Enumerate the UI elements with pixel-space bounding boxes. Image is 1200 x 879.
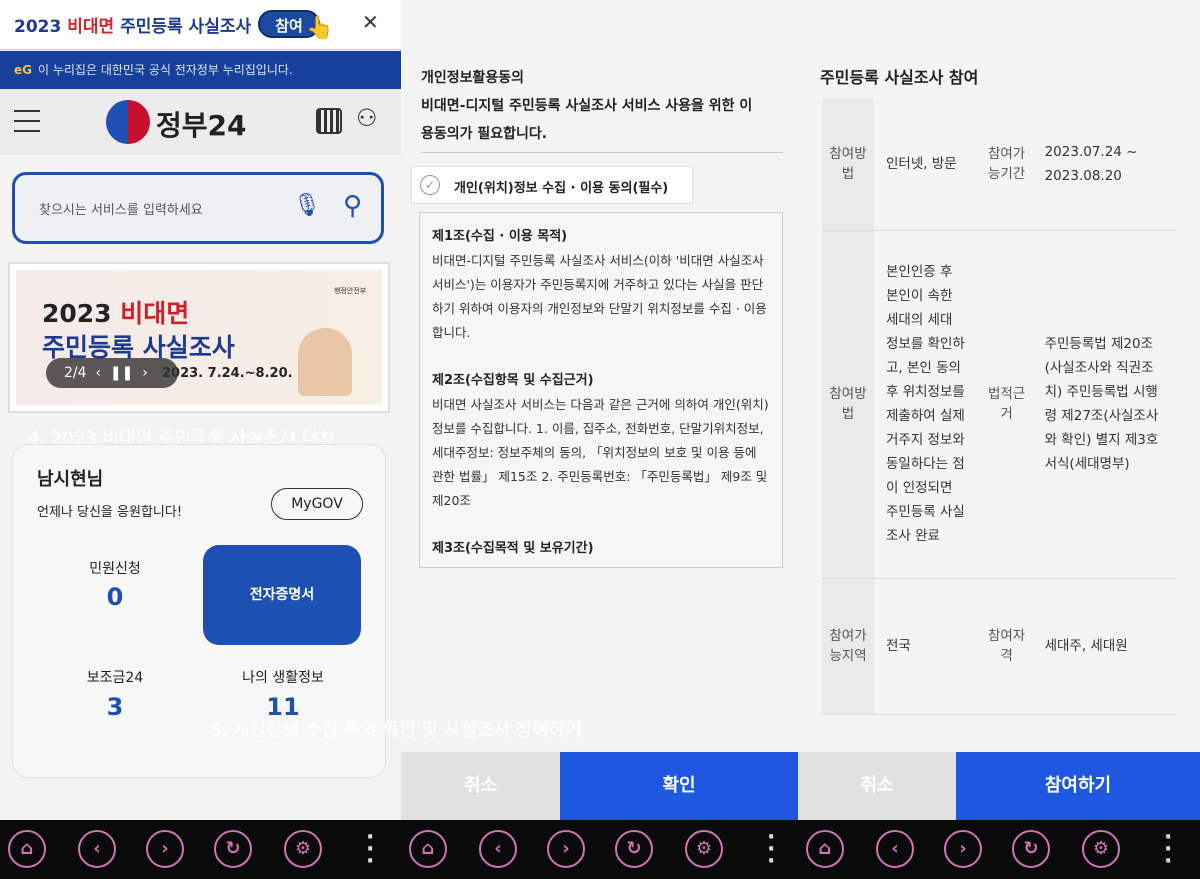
participate-button[interactable]: 참여하기 bbox=[956, 752, 1200, 820]
user-name: 남시현님 bbox=[37, 469, 104, 490]
microphone-icon[interactable]: 🎙 bbox=[293, 193, 321, 218]
row-value: 전국 bbox=[874, 578, 981, 715]
participation-title: 주민등록 사실조사 참여 bbox=[820, 68, 979, 87]
stat-value-subsidy[interactable]: 3 bbox=[55, 693, 175, 721]
stat-label-applications[interactable]: 민원신청 bbox=[55, 558, 175, 578]
nav-bar: ⌂ ‹ › ↻ ⚙ · · · bbox=[798, 820, 1200, 879]
home-icon[interactable]: ⌂ bbox=[8, 830, 46, 868]
participation-screen: 주민등록 사실조사 참여 참여방법 인터넷, 방문 참여가능기간 2023.07… bbox=[798, 0, 1200, 879]
row-header: 참여방법 bbox=[822, 230, 874, 579]
banner-pager[interactable]: 2/4 ‹ ❚❚ › bbox=[46, 358, 178, 388]
settings-icon[interactable]: ⚙ bbox=[685, 830, 723, 868]
pointing-hand-icon: 👆 bbox=[306, 16, 334, 41]
settings-icon[interactable]: ⚙ bbox=[1082, 830, 1120, 868]
home-icon[interactable]: ⌂ bbox=[409, 830, 447, 868]
row-header: 참여가능기간 bbox=[980, 98, 1033, 231]
consent-label[interactable]: 개인(위치)정보 수집 · 이용 동의(필수) bbox=[454, 177, 668, 196]
row-value: 세대주, 세대원 bbox=[1032, 578, 1176, 715]
back-icon[interactable]: ‹ bbox=[876, 830, 914, 868]
row-value: 2023.07.24 ~ 2023.08.20 bbox=[1032, 98, 1176, 231]
row-value: 인터넷, 방문 bbox=[874, 98, 981, 231]
row-header: 참여가능지역 bbox=[822, 578, 874, 715]
table-row: 참여가능지역 전국 참여자격 세대주, 세대원 bbox=[822, 578, 1176, 715]
illustration-person bbox=[298, 328, 352, 396]
e-certificate-button[interactable]: 전자증명서 bbox=[203, 545, 361, 645]
gov-notice-bar: eG 이 누리집은 대한민국 공식 전자정부 누리집입니다. bbox=[0, 51, 401, 89]
banner-line1: 2023 비대면 bbox=[42, 299, 190, 328]
refresh-icon[interactable]: ↻ bbox=[214, 830, 252, 868]
forward-icon[interactable]: › bbox=[944, 830, 982, 868]
row-header: 법적근거 bbox=[980, 230, 1033, 579]
refresh-icon[interactable]: ↻ bbox=[615, 830, 653, 868]
cancel-button[interactable]: 취소 bbox=[798, 752, 956, 820]
table-row: 참여방법 인터넷, 방문 참여가능기간 2023.07.24 ~ 2023.08… bbox=[822, 98, 1176, 231]
table-row: 참여방법 본인인증 후 본인이 속한 세대의 세대 정보를 확인하고, 본인 동… bbox=[822, 230, 1176, 579]
consent-screen: 개인정보활용동의 비대면-디지털 주민등록 사실조사 서비스 사용을 위한 이 … bbox=[401, 0, 798, 879]
search-box[interactable]: 찾으시는 서비스를 입력하세요 🎙 ⚲ bbox=[12, 172, 384, 244]
forward-icon[interactable]: › bbox=[547, 830, 585, 868]
menu-icon[interactable] bbox=[14, 110, 40, 140]
ministry-label: 행정안전부 bbox=[334, 287, 367, 295]
home-icon[interactable]: ⌂ bbox=[806, 830, 844, 868]
promo-text: 2023 비대면 주민등록 사실조사 bbox=[14, 17, 252, 37]
terms-article-3: 제3조(수집목적 및 보유기간) bbox=[432, 541, 594, 556]
row-header: 참여자격 bbox=[980, 578, 1033, 715]
consent-checkbox-row[interactable]: ✓ 개인(위치)정보 수집 · 이용 동의(필수) bbox=[411, 166, 693, 204]
gov-notice-text: 이 누리집은 대한민국 공식 전자정부 누리집입니다. bbox=[38, 63, 293, 77]
forward-icon[interactable]: › bbox=[146, 830, 184, 868]
promo-banner[interactable]: 행정안전부 2023 비대면 주민등록 사실조사 2023. 7.24.~8.2… bbox=[8, 262, 390, 413]
more-icon[interactable]: · · · bbox=[366, 827, 374, 873]
stat-value-applications[interactable]: 0 bbox=[55, 583, 175, 611]
qr-code-icon[interactable] bbox=[316, 108, 342, 134]
back-icon[interactable]: ‹ bbox=[78, 830, 116, 868]
terms-article-2: 제2조(수집항목 및 수집근거) 비대면 사실조사 서비스는 다음과 같은 근거에… bbox=[432, 373, 769, 508]
nav-bar: ⌂ ‹ › ↻ ⚙ · · · bbox=[0, 820, 401, 879]
terms-article-1: 제1조(수집 · 이용 목적) 비대면-디지털 주민등록 사실조사 서비스(이하 … bbox=[432, 229, 767, 340]
back-icon[interactable]: ‹ bbox=[479, 830, 517, 868]
cancel-button[interactable]: 취소 bbox=[401, 752, 560, 820]
confirm-button[interactable]: 확인 bbox=[560, 752, 798, 820]
gov-logo-icon bbox=[106, 100, 150, 144]
user-greeting: 언제나 당신을 응원합니다! bbox=[37, 505, 183, 520]
check-icon[interactable]: ✓ bbox=[420, 175, 440, 195]
consent-title: 개인정보활용동의 비대면-디지털 주민등록 사실조사 서비스 사용을 위한 이 … bbox=[421, 70, 753, 142]
stat-label-life-info[interactable]: 나의 생활정보 bbox=[223, 667, 343, 687]
divider bbox=[421, 152, 783, 153]
stat-label-subsidy[interactable]: 보조금24 bbox=[55, 667, 175, 687]
app-logo-text[interactable]: 정부24 bbox=[156, 104, 247, 144]
mygov-button[interactable]: MyGOV bbox=[271, 488, 363, 520]
search-icon[interactable]: ⚲ bbox=[343, 191, 362, 221]
terms-box[interactable]: 제1조(수집 · 이용 목적) 비대면-디지털 주민등록 사실조사 서비스(이하 … bbox=[419, 212, 783, 568]
promo-bar[interactable]: 2023 비대면 주민등록 사실조사 참여 👆 ✕ bbox=[0, 0, 401, 50]
row-header: 참여방법 bbox=[822, 98, 874, 231]
main-screen: 2023 비대면 주민등록 사실조사 참여 👆 ✕ eG 이 누리집은 대한민국 … bbox=[0, 0, 401, 879]
banner-date: 2023. 7.24.~8.20. bbox=[162, 366, 293, 381]
settings-icon[interactable]: ⚙ bbox=[284, 830, 322, 868]
more-icon[interactable]: · · · bbox=[767, 827, 775, 873]
more-icon[interactable]: · · · bbox=[1164, 827, 1172, 873]
search-input[interactable]: 찾으시는 서비스를 입력하세요 bbox=[39, 199, 203, 218]
step5-caption: 5. 개인정보 수집 동의 확인 및 사실조사 참여하기 bbox=[210, 720, 582, 741]
refresh-icon[interactable]: ↻ bbox=[1012, 830, 1050, 868]
row-value: 주민등록법 제20조(사실조사와 직권조치) 주민등록법 시행령 제27조(사실… bbox=[1032, 230, 1176, 579]
nav-bar: ⌂ ‹ › ↻ ⚙ · · · bbox=[401, 820, 798, 879]
row-value: 본인인증 후 본인이 속한 세대의 세대 정보를 확인하고, 본인 동의 후 위… bbox=[874, 230, 981, 579]
egov-logo-icon: eG bbox=[14, 63, 32, 77]
close-icon[interactable]: ✕ bbox=[362, 10, 379, 34]
user-icon[interactable]: ⚇ bbox=[356, 104, 378, 132]
info-table: 참여방법 인터넷, 방문 참여가능기간 2023.07.24 ~ 2023.08… bbox=[822, 98, 1176, 715]
